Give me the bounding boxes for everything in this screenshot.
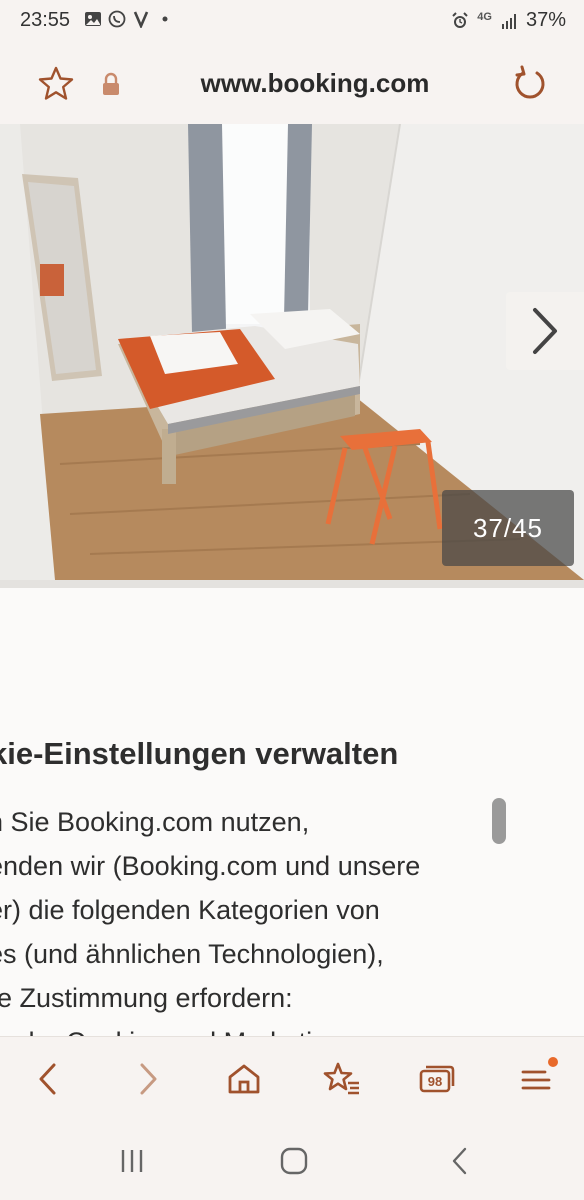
status-bar: 23:55 4G 37% <box>0 0 584 42</box>
cookie-text: n Sie Booking.com nutzen, enden wir (Boo… <box>0 800 508 1036</box>
signal-icon <box>501 13 516 29</box>
recent-apps-icon <box>121 1150 143 1172</box>
home-nav-icon <box>280 1147 308 1175</box>
status-time: 23:55 <box>20 9 71 31</box>
battery-percent: 37% <box>525 9 566 31</box>
cookie-text-line: tische Cookies und Marketing- <box>0 1020 508 1036</box>
bookmarks-button[interactable] <box>320 1057 364 1101</box>
alarm-icon <box>452 11 468 28</box>
lock-icon <box>103 72 119 95</box>
cookie-dialog: kie-Einstellungen verwalten n Sie Bookin… <box>0 588 584 1036</box>
chevron-right-icon <box>533 308 557 354</box>
viber-icon <box>108 10 126 28</box>
browser-toolbar: 98 <box>0 1036 584 1120</box>
system-navigation-bar <box>0 1120 584 1200</box>
cookie-heading: kie-Einstellungen verwalten <box>0 736 399 771</box>
cookie-text-line: n Sie Booking.com nutzen, <box>0 807 310 837</box>
menu-button[interactable] <box>514 1057 558 1101</box>
tabs-button[interactable]: 98 <box>414 1057 458 1101</box>
cookie-text-line: es (und ähnlichen Technologien), <box>0 939 384 969</box>
address-bar: www.booking.com <box>0 42 584 124</box>
network-type: 4G <box>477 10 492 23</box>
tabs-icon: 98 <box>419 1065 455 1093</box>
home-icon <box>228 1064 260 1094</box>
cookie-text-line: er) die folgenden Kategorien von <box>0 895 380 925</box>
chevron-right-icon <box>140 1063 157 1095</box>
star-list-icon <box>323 1062 359 1095</box>
v-app-icon <box>133 11 149 28</box>
divider <box>0 580 584 588</box>
recent-apps-button[interactable] <box>112 1144 152 1178</box>
photo-counter: 37/45 <box>442 490 574 566</box>
home-button[interactable] <box>222 1057 266 1101</box>
notification-dot <box>548 1057 558 1067</box>
bookmark-star-button[interactable] <box>36 64 76 104</box>
back-nav-button[interactable] <box>440 1144 480 1178</box>
photo-gallery[interactable]: 37/45 <box>0 124 584 580</box>
reload-icon[interactable] <box>510 64 550 104</box>
forward-button[interactable] <box>126 1057 170 1101</box>
cookie-text-line: re Zustimmung erfordern: <box>0 983 293 1013</box>
tabs-count: 98 <box>428 1074 442 1089</box>
scrollbar-thumb[interactable] <box>492 798 506 844</box>
url-text[interactable]: www.booking.com <box>150 68 480 99</box>
chevron-left-icon <box>39 1063 56 1095</box>
home-nav-button[interactable] <box>274 1144 314 1178</box>
gallery-notification-icon <box>85 12 101 26</box>
cookie-text-line: enden wir (Booking.com und unsere <box>0 851 421 881</box>
more-notifications-dot-icon <box>162 16 168 22</box>
back-nav-icon <box>452 1147 467 1175</box>
back-button[interactable] <box>26 1057 70 1101</box>
hamburger-menu-icon <box>521 1070 551 1090</box>
next-photo-button[interactable] <box>506 292 584 370</box>
